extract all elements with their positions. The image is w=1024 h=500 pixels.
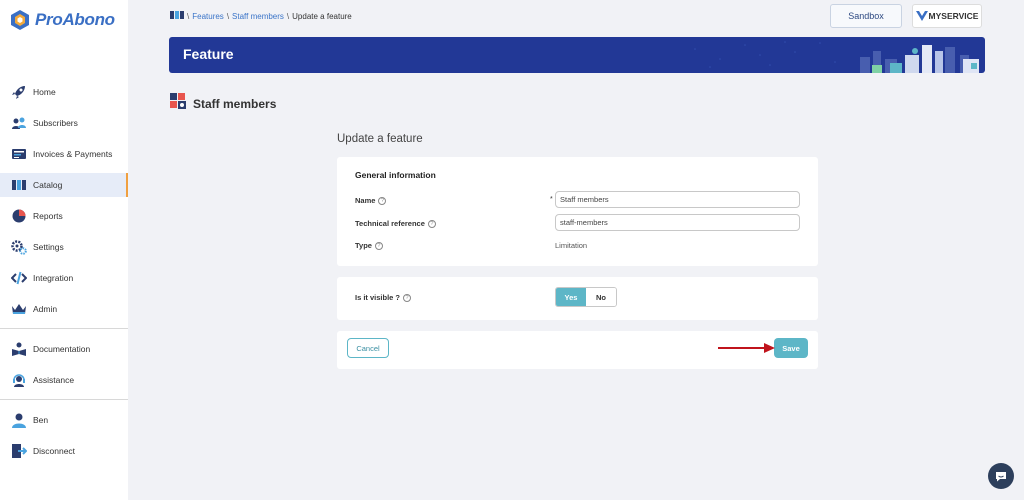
sidebar-item-assistance[interactable]: Assistance [0,368,128,392]
general-information-card: General information Name ? * Staff membe… [337,157,818,266]
sidebar-item-label: Admin [33,304,58,314]
technical-reference-label: Technical reference ? [355,219,436,228]
breadcrumb-link-staff-members[interactable]: Staff members [232,12,284,21]
name-label-text: Name [355,196,376,205]
sidebar-item-label: Documentation [33,344,91,354]
required-marker: * [550,196,553,203]
logo[interactable]: ProAbono [10,9,115,31]
sidebar-divider [0,399,128,400]
invoice-icon [10,145,28,163]
sidebar-item-subscribers[interactable]: Subscribers [0,111,128,135]
book-icon [10,340,28,358]
logo-text: ProAbono [35,10,115,29]
sidebar-divider [0,328,128,329]
visibility-toggle: Yes No [555,287,617,307]
sidebar: ProAbono Home Subscribers Invoices & Pay… [0,0,128,500]
breadcrumb-separator: \ [226,11,230,21]
sidebar-item-integration[interactable]: Integration [0,266,128,290]
type-label: Type ? [355,241,383,250]
visibility-yes-option[interactable]: Yes [556,288,586,306]
myservice-label: MYSERVICE [928,11,979,21]
breadcrumb: \ Features \ Staff members \ Update a fe… [170,10,352,22]
sidebar-item-settings[interactable]: Settings [0,235,128,259]
banner-title: Feature [183,46,234,62]
section-title: Staff members [170,93,276,115]
crown-icon [10,300,28,318]
myservice-logo-icon [915,11,928,21]
sidebar-item-label: Ben [33,415,49,425]
sidebar-item-label: Disconnect [33,446,76,456]
sandbox-button[interactable]: Sandbox [830,4,902,28]
user-icon [10,411,28,429]
catalog-icon [10,176,28,194]
staff-members-icon [170,93,187,115]
myservice-brand[interactable]: MYSERVICE [912,4,982,28]
name-input[interactable]: Staff members [555,191,800,208]
sidebar-item-catalog[interactable]: Catalog [0,173,128,197]
general-information-heading: General information [355,170,436,180]
headset-icon [10,371,28,389]
sidebar-item-label: Integration [33,273,74,283]
sidebar-item-home[interactable]: Home [0,80,128,104]
cancel-button[interactable]: Cancel [347,338,389,358]
breadcrumb-link-features[interactable]: Features [192,12,224,21]
sidebar-item-documentation[interactable]: Documentation [0,337,128,361]
visibility-card: Is it visible ? ? Yes No [337,277,818,320]
sidebar-item-label: Settings [33,242,64,252]
exit-icon [10,442,28,460]
sidebar-item-label: Assistance [33,375,75,385]
section-title-text: Staff members [193,97,277,111]
page-banner: Feature [169,37,985,73]
breadcrumb-separator: \ [187,11,190,21]
chat-widget-button[interactable] [988,463,1014,489]
rocket-icon [10,83,28,101]
catalog-icon[interactable] [170,10,184,22]
sidebar-item-label: Invoices & Payments [33,149,113,159]
chat-icon [996,471,1006,481]
sidebar-item-label: Reports [33,211,63,221]
sidebar-item-reports[interactable]: Reports [0,204,128,228]
help-icon[interactable]: ? [427,219,436,228]
annotation-arrow-icon [718,343,775,353]
sidebar-item-label: Home [33,87,56,97]
sidebar-item-user[interactable]: Ben [0,408,128,432]
gears-icon [10,238,28,256]
breadcrumb-current: Update a feature [292,11,352,21]
sidebar-item-label: Catalog [33,180,63,190]
proabono-logo-icon [11,10,29,30]
type-value: Limitation [555,241,588,250]
sidebar-item-disconnect[interactable]: Disconnect [0,439,128,463]
help-icon[interactable]: ? [403,293,412,302]
type-label-text: Type [355,241,372,250]
code-icon [10,269,28,287]
save-button[interactable]: Save [774,338,808,358]
users-icon [10,114,28,132]
help-icon[interactable]: ? [374,241,383,250]
form-title: Update a feature [337,133,423,145]
sidebar-item-admin[interactable]: Admin [0,297,128,321]
technical-reference-label-text: Technical reference [355,219,425,228]
sidebar-item-label: Subscribers [33,118,78,128]
visible-label: Is it visible ? ? [355,293,412,302]
pie-chart-icon [10,207,28,225]
visible-label-text: Is it visible ? [355,293,401,302]
banner-illustration [694,41,979,73]
name-label: Name ? [355,196,387,205]
sidebar-item-invoices-payments[interactable]: Invoices & Payments [0,142,128,166]
help-icon[interactable]: ? [378,196,387,205]
technical-reference-input[interactable]: staff-members [555,214,800,231]
visibility-no-option[interactable]: No [586,288,616,306]
breadcrumb-separator: \ [286,11,290,21]
